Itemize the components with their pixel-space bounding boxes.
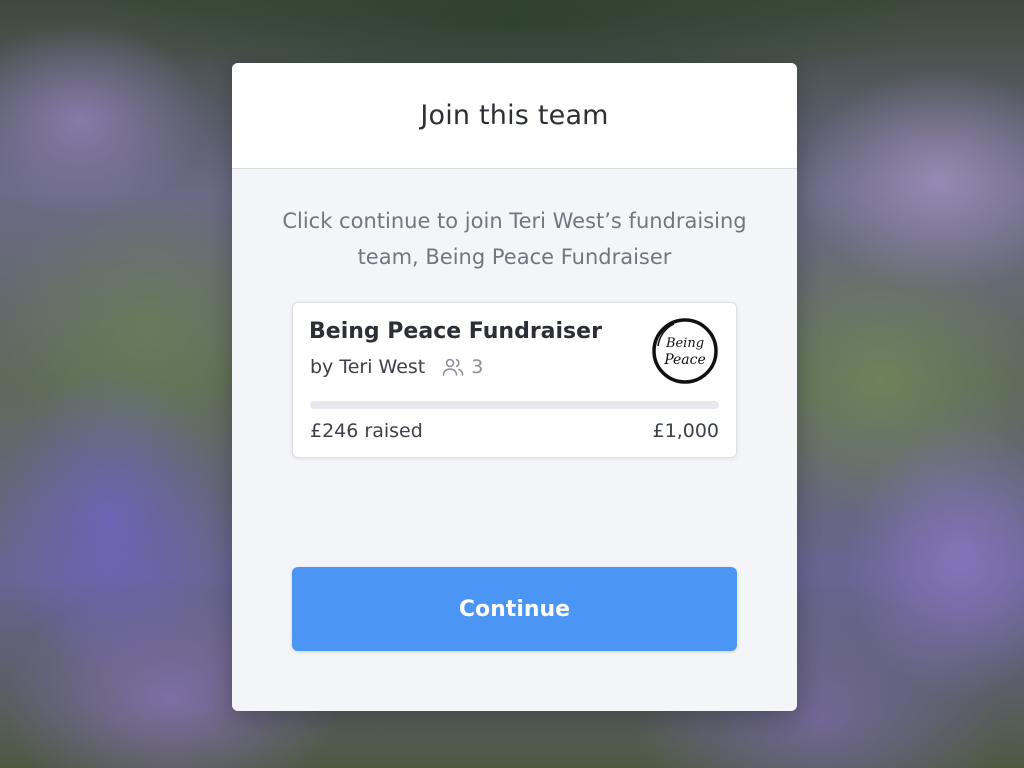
modal-title: Join this team — [420, 100, 609, 131]
modal-header: Join this team — [232, 63, 797, 169]
being-peace-logo: Being Peace — [650, 316, 720, 386]
join-team-modal: Join this team Click continue to join Te… — [232, 63, 797, 711]
people-icon — [441, 355, 465, 379]
team-card: Being Peace Fundraiser by Teri West 3 Be… — [292, 302, 737, 458]
team-owner: by Teri West — [310, 356, 426, 378]
logo-word-being: Being — [665, 336, 704, 351]
member-count: 3 — [471, 356, 484, 378]
logo-word-peace: Peace — [663, 352, 706, 368]
continue-button[interactable]: Continue — [292, 567, 737, 651]
progress-track — [310, 401, 719, 409]
amount-raised: £246 raised — [310, 420, 423, 442]
fundraising-goal: £1,000 — [652, 420, 719, 442]
modal-description: Click continue to join Teri West’s fundr… — [282, 209, 747, 269]
team-meta: by Teri West 3 — [310, 355, 483, 379]
team-name: Being Peace Fundraiser — [309, 319, 602, 344]
